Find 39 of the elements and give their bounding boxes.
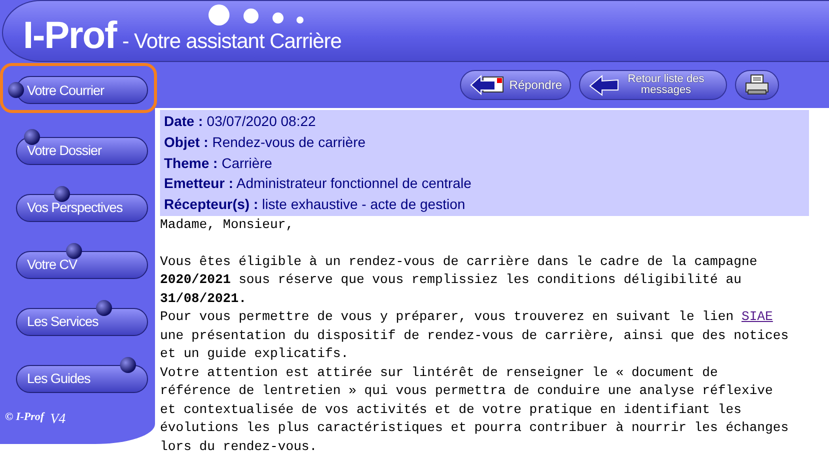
message-line: Vous êtes éligible à un rendez-vous de carrière dans le cadre de la campagne — [160, 252, 758, 271]
message-line: évolutions les plus caractéristiques et pourra contribuer à nourrir les échanges — [160, 419, 790, 438]
arrow-envelope-icon — [469, 74, 506, 96]
header-field: Objet : Rendez-vous de carrière — [164, 132, 805, 153]
sidebar-nav-button[interactable]: Vos Perspectives — [16, 194, 148, 222]
message-line: Madame, Monsieur, — [160, 216, 295, 234]
sidebar-nav-button[interactable]: Votre CV — [16, 250, 148, 278]
sidebar-nav-button[interactable]: Les Services — [16, 308, 148, 336]
printer-icon — [744, 74, 770, 96]
ball-icon — [8, 82, 24, 98]
reply-button[interactable]: Répondre — [460, 70, 571, 100]
header-subtitle: - Votre assistant Carrière — [122, 31, 342, 52]
message-line: une présentation du dispositif de rendez-vous de carrière, ainsi que des notices — [160, 326, 790, 345]
version-label: V4 — [50, 411, 66, 429]
ball-icon — [54, 186, 70, 202]
ball-icon — [24, 128, 40, 144]
brand-title: I-Prof — [23, 17, 116, 55]
copyright-text: © I-Prof — [5, 410, 44, 425]
message-line: lors du rendez-vous. — [160, 438, 318, 455]
header-field: Récepteur(s) : liste exhaustive - acte de gestion — [164, 194, 805, 215]
message-line: 31/08/2021. — [160, 290, 248, 308]
sidebar-nav-button[interactable]: Les Guides — [16, 364, 148, 392]
message-line: Votre attention est attirée sur lintérêt de renseigner le « document de — [160, 364, 719, 382]
sidebar-nav-button[interactable]: Votre Dossier — [16, 136, 148, 164]
print-button[interactable] — [735, 70, 779, 100]
header-field: Date : 03/07/2020 08:22 — [164, 111, 805, 132]
message-line: et contextualisée de vos activités et de votre pratique en identifiant les — [160, 400, 742, 419]
message-line: référence de lentretien » qui vous permettra de conduire une analyse réflexive — [160, 382, 774, 400]
back-to-list-button[interactable]: Retour liste des messages — [579, 70, 727, 100]
ball-icon — [96, 300, 112, 316]
message-line: et un guide explicatifs. — [160, 345, 350, 364]
message-line: 2020/2021 sous réserve que vous remplissiez les conditions déligibilité au — [160, 271, 742, 290]
header-field: Theme : Carrière — [164, 152, 805, 174]
ball-icon — [66, 242, 82, 258]
siae-link[interactable]: SIAE — [741, 309, 773, 324]
ball-icon — [120, 356, 136, 372]
message-text: Pour vous permettre de vous y préparer, vous trouverez en suivant le lien — [160, 309, 735, 324]
header-field: Emetteur : Administrateur fonctionnel de centrale — [164, 173, 805, 194]
sidebar-nav-button[interactable]: Votre Courrier — [16, 76, 148, 104]
